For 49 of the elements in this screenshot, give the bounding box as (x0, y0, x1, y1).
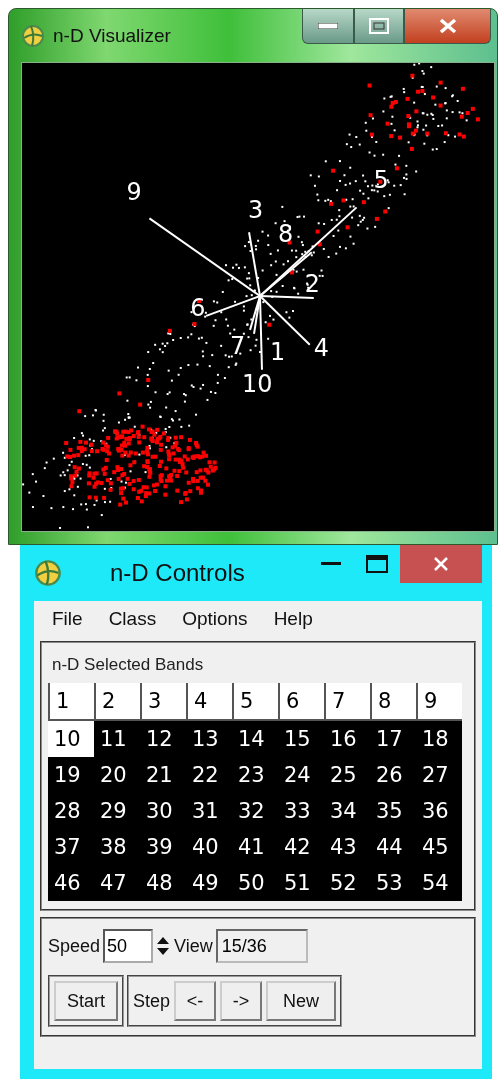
close-button[interactable] (400, 545, 482, 583)
step-button[interactable]: <- (174, 981, 217, 1021)
step-label: Step (133, 990, 171, 1012)
view-label: View (174, 935, 213, 957)
speed-label: Speed (48, 935, 101, 957)
band-cell[interactable]: 2 (94, 683, 140, 721)
axis-label: 8 (277, 220, 294, 249)
band-cell[interactable]: 8 (370, 683, 416, 721)
globe-icon (21, 23, 45, 48)
axis-label: 10 (242, 369, 273, 398)
menu-item[interactable]: Class (108, 608, 157, 630)
close-icon (437, 18, 458, 34)
spin-arrows-icon[interactable] (155, 935, 172, 957)
axis-label: 9 (126, 178, 142, 207)
axis-label: 6 (190, 293, 206, 322)
axis-label: 3 (248, 196, 264, 225)
axis-label: 4 (313, 333, 329, 362)
window-title: n-D Visualizer (53, 24, 171, 47)
menu-item[interactable]: File (52, 608, 83, 630)
axis-label: 2 (304, 270, 320, 298)
window-title: n-D Controls (110, 559, 245, 587)
band-cell[interactable]: 9 (416, 683, 462, 721)
start-button[interactable]: Start (54, 981, 118, 1021)
band-cell[interactable]: 3 (140, 683, 186, 721)
band-cell[interactable]: 7 (324, 683, 370, 721)
maximize-icon (369, 18, 389, 34)
maximize-icon (366, 555, 388, 573)
close-button[interactable] (404, 9, 491, 44)
menu-item[interactable]: Help (273, 608, 313, 630)
step-button[interactable]: New (266, 981, 337, 1021)
view-field[interactable]: 15/36 (215, 929, 308, 963)
axis-label: 7 (230, 331, 246, 360)
minimize-icon (318, 23, 338, 29)
menu-item[interactable]: Options (182, 608, 248, 630)
axis-label: 1 (269, 337, 286, 366)
band-cell[interactable]: 1 (48, 683, 94, 721)
maximize-button[interactable] (354, 9, 404, 44)
step-button[interactable]: -> (220, 981, 263, 1021)
band-cell[interactable]: 10 (48, 721, 94, 757)
axis-label: 5 (373, 166, 389, 195)
minimize-icon (321, 562, 341, 566)
minimize-button[interactable] (302, 9, 354, 44)
close-icon (433, 556, 449, 572)
speed-field[interactable]: 50 (103, 929, 154, 963)
band-cell[interactable]: 5 (232, 683, 278, 721)
band-cell[interactable]: 4 (186, 683, 232, 721)
band-cell[interactable]: 6 (278, 683, 324, 721)
group-title: n-D Selected Bands (52, 655, 205, 675)
globe-icon (34, 559, 62, 587)
